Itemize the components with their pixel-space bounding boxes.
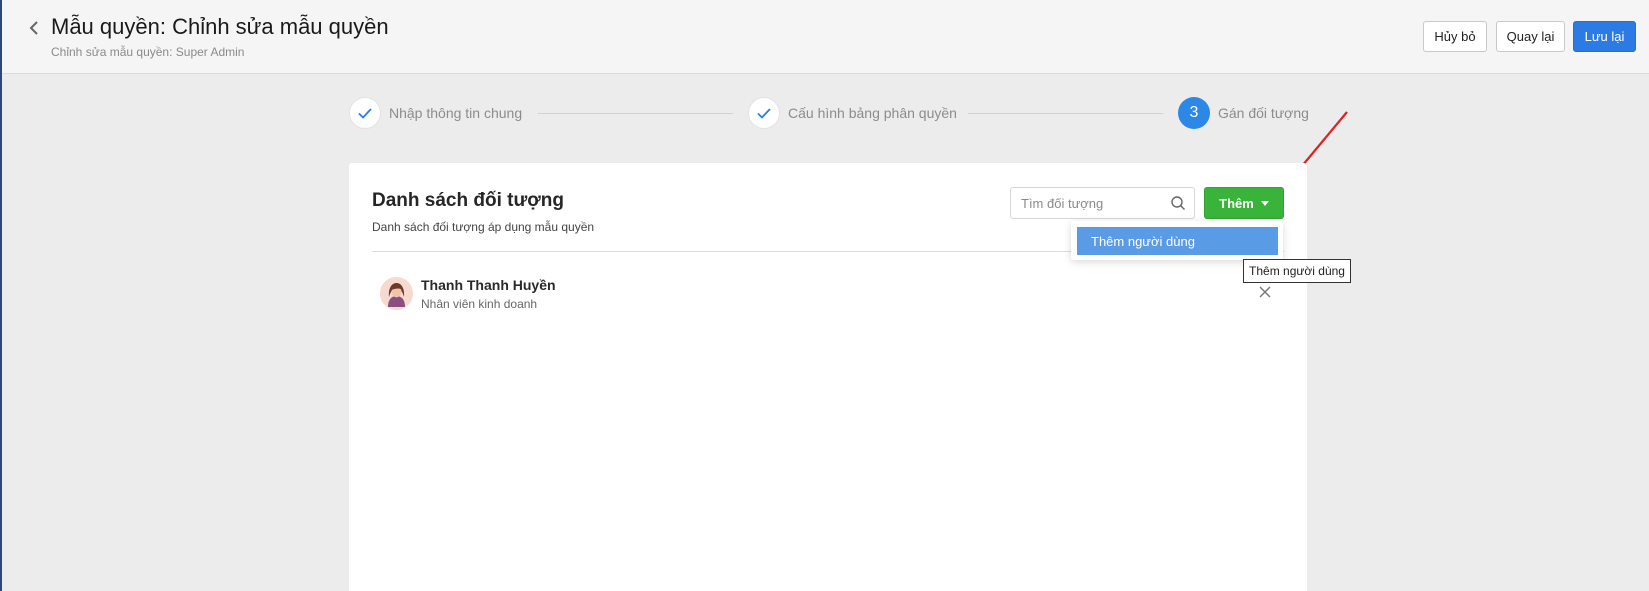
window-edge [0,0,2,591]
step-connector [968,113,1163,114]
check-icon [349,97,381,129]
page-subtitle: Chỉnh sửa mẫu quyền: Super Admin [51,45,245,59]
save-button[interactable]: Lưu lại [1573,21,1636,52]
step-connector [538,113,733,114]
check-icon [748,97,780,129]
page-title: Mẫu quyền: Chỉnh sửa mẫu quyền [51,14,389,39]
list-item: Thanh Thanh Huyền Nhân viên kinh doanh [380,276,1280,316]
search-box [1010,187,1195,219]
cancel-button[interactable]: Hủy bỏ [1423,21,1487,52]
search-input[interactable] [1011,188,1166,218]
page-header: Mẫu quyền: Chỉnh sửa mẫu quyền Chỉnh sửa… [2,0,1649,74]
step-label: Nhập thông tin chung [389,105,523,121]
step-general-info[interactable]: Nhập thông tin chung [349,97,522,129]
add-button[interactable]: Thêm [1204,187,1284,219]
step-label: Cấu hình bảng phân quyền [788,105,957,121]
user-name: Thanh Thanh Huyền [421,277,556,293]
caret-down-icon [1260,200,1269,206]
add-dropdown-menu: Thêm người dùng [1071,221,1283,260]
back-chevron-icon[interactable] [24,16,44,40]
close-icon[interactable] [1257,284,1273,300]
user-role: Nhân viên kinh doanh [421,297,538,311]
card-subtitle: Danh sách đối tượng áp dụng mẫu quyền [372,220,595,234]
menu-item-add-user[interactable]: Thêm người dùng [1077,227,1278,255]
add-button-label: Thêm [1219,195,1254,211]
search-icon[interactable] [1170,195,1186,211]
avatar [380,277,413,310]
step-permission-config[interactable]: Cấu hình bảng phân quyền [748,97,957,129]
go-back-button[interactable]: Quay lại [1496,21,1565,52]
step-number: 3 [1178,97,1210,129]
card-title: Danh sách đối tượng [372,190,564,211]
